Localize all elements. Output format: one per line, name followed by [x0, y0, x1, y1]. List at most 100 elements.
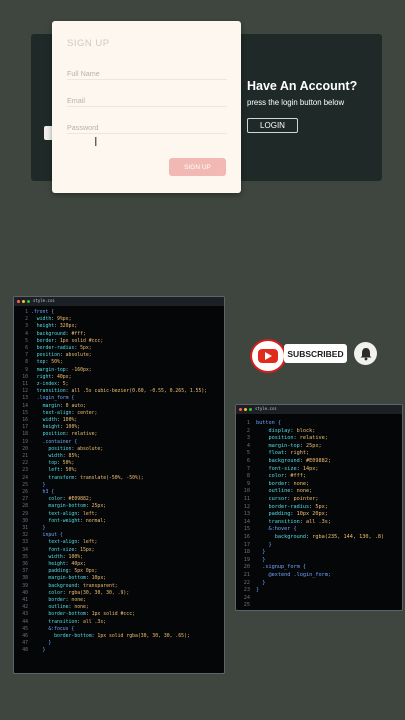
code-line[interactable]: border: none; [31, 598, 86, 603]
line-number: 35 [22, 554, 28, 560]
code-line[interactable]: color: rgba(30, 30, 30, .9); [31, 591, 129, 596]
code-line[interactable]: width: 9%px; [31, 317, 72, 322]
code-line[interactable]: font-weight: normal; [31, 519, 106, 524]
email-field[interactable] [67, 94, 227, 107]
youtube-logo[interactable] [250, 339, 286, 373]
code-line[interactable]: outline: none; [31, 605, 88, 610]
line-number: 44 [22, 619, 28, 625]
code-line[interactable]: display: block; [256, 428, 316, 434]
code-line[interactable]: transition: all .3s; [31, 620, 106, 625]
maximize-dot-icon[interactable] [249, 408, 252, 411]
code-line[interactable]: color: #fff; [256, 473, 307, 479]
code-line[interactable]: margin-bottom: 10px; [31, 576, 106, 581]
code-line[interactable]: outline: none; [256, 488, 313, 494]
code-line[interactable]: } [31, 526, 46, 531]
line-number: 4 [246, 442, 250, 449]
code-line[interactable]: left: 50%; [31, 468, 77, 473]
minimize-dot-icon[interactable] [244, 408, 247, 411]
code-line[interactable]: background: rgba(235, 144, 130, .8) [256, 534, 384, 540]
code-line[interactable]: transition: all .3s; [256, 519, 331, 525]
code-line[interactable]: top: 50%; [31, 360, 63, 365]
code-line[interactable]: z-index: 5; [31, 382, 69, 387]
signup-button[interactable]: SIGN UP [169, 158, 226, 176]
code-line[interactable]: right: 40px; [31, 375, 72, 380]
line-number: 24 [22, 475, 28, 481]
code-line[interactable]: padding: 5px 0px; [31, 569, 97, 574]
maximize-dot-icon[interactable] [27, 300, 30, 303]
code-line[interactable]: border-radius: 5px; [31, 346, 92, 351]
code-line[interactable]: position: absolute; [31, 353, 92, 358]
code-line[interactable]: } [256, 542, 271, 548]
bell-icon[interactable] [354, 342, 377, 365]
line-number: 23 [22, 468, 28, 474]
code-line[interactable]: } [31, 648, 46, 653]
editor-tab[interactable]: style.css [255, 406, 277, 411]
code-line[interactable]: margin-bottom: 25px; [31, 504, 106, 509]
line-number: 43 [22, 612, 28, 618]
code-line[interactable]: } [31, 483, 46, 488]
editor-tab[interactable]: style.css [33, 298, 55, 303]
code-line[interactable]: margin-top: 25px; [256, 443, 322, 449]
code-line[interactable]: border-bottom: 1px solid rgba(30, 30, 30… [31, 634, 190, 639]
code-line[interactable]: @extend .login_form; [256, 572, 330, 578]
code-line[interactable]: } [256, 587, 259, 593]
code-line[interactable]: width: 85%; [31, 454, 80, 459]
code-line[interactable]: input { [31, 533, 63, 538]
code-line[interactable]: background: transparent; [31, 584, 117, 589]
code-line[interactable]: .signup_form { [256, 564, 306, 570]
code-line[interactable]: float: right; [256, 450, 310, 456]
code-line[interactable]: background: #fff; [31, 332, 86, 337]
code-line[interactable]: button { [256, 420, 281, 426]
code-line[interactable]: margin: 0 auto; [31, 404, 86, 409]
code-line[interactable]: } [256, 580, 265, 586]
code-line[interactable]: margin-top: -160px; [31, 368, 92, 373]
close-dot-icon[interactable] [239, 408, 242, 411]
line-number: 10 [243, 488, 250, 495]
code-line[interactable]: font-size: 14px; [256, 466, 319, 472]
code-line[interactable]: border-bottom: 1px solid #ccc; [31, 612, 135, 617]
code-line[interactable]: .front { [31, 310, 54, 315]
line-number: 16 [243, 534, 250, 540]
minimize-dot-icon[interactable] [22, 300, 25, 303]
login-button[interactable]: LOGIN [247, 118, 298, 133]
code-line[interactable]: .login_form { [31, 396, 75, 401]
code-line[interactable]: position: absolute; [31, 447, 103, 452]
line-number: 8 [246, 473, 250, 480]
code-line[interactable]: &:focus { [31, 627, 74, 632]
code-line[interactable]: height: 320px; [31, 324, 77, 329]
code-line[interactable]: } [31, 641, 51, 646]
code-line[interactable]: width: 100%; [31, 418, 78, 423]
code-line[interactable]: background: #E09882; [256, 458, 331, 464]
code-line[interactable]: cursor: pointer; [256, 496, 319, 502]
code-line[interactable]: position: relative; [256, 435, 328, 441]
code-line[interactable]: padding: 10px 20px; [256, 511, 328, 517]
code-line[interactable]: .container { [31, 440, 78, 445]
code-line[interactable]: &:hover { [256, 526, 296, 532]
subscribed-badge[interactable]: SUBSCRIBED [284, 344, 347, 363]
code-line[interactable]: } [256, 549, 265, 555]
line-number: 1 [25, 310, 28, 315]
code-line[interactable]: text-align: left; [31, 540, 97, 545]
code-line[interactable]: transition: all .5s cubic-bezier(0.60, -… [31, 389, 207, 394]
code-line[interactable]: font-size: 15px; [31, 548, 94, 553]
code-line[interactable]: top: 50%; [31, 461, 74, 466]
line-number: 31 [22, 526, 28, 531]
code-line[interactable]: color: #E09882; [31, 497, 91, 502]
code-line[interactable]: text-align: left; [31, 512, 97, 517]
code-line[interactable]: transform: translate(-50%, -50%); [31, 476, 143, 481]
code-line[interactable]: height: 40px; [31, 562, 86, 567]
code-line[interactable]: width: 100%; [31, 555, 83, 560]
close-dot-icon[interactable] [17, 300, 20, 303]
code-line[interactable]: border-radius: 5px; [256, 504, 328, 510]
line-number: 20 [22, 446, 28, 452]
code-line[interactable]: } [256, 557, 265, 563]
code-line[interactable]: height: 100%; [31, 425, 81, 430]
password-field[interactable] [67, 121, 227, 134]
code-line[interactable]: text-align: center; [31, 411, 98, 416]
code-line[interactable]: border: 1px solid #ccc; [31, 339, 103, 344]
line-number: 3 [246, 435, 250, 442]
code-line[interactable]: border: none; [256, 481, 310, 487]
full-name-field[interactable] [67, 67, 227, 80]
code-line[interactable]: position: relative; [31, 432, 98, 437]
code-line[interactable]: h3 { [31, 490, 55, 495]
